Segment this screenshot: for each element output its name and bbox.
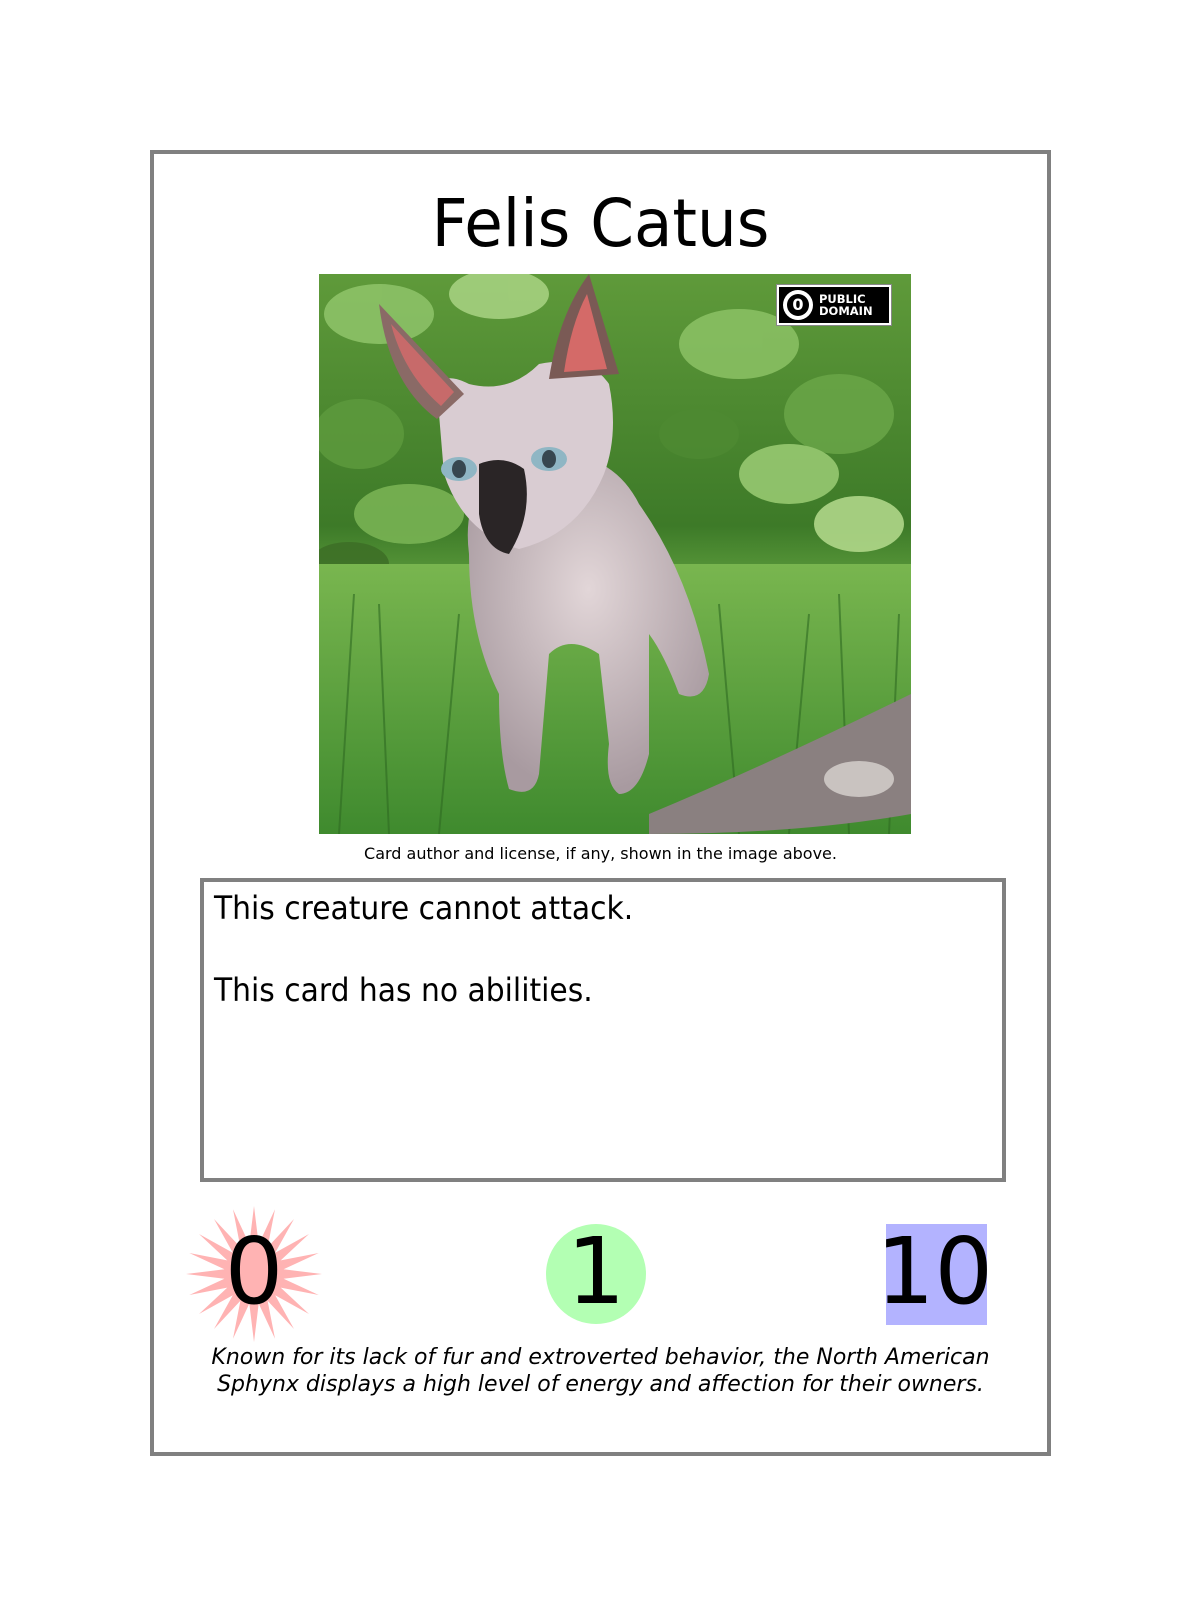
attack-value: 0 [224,1218,284,1325]
cost-value: 1 [566,1218,626,1325]
cost-stat: 1 [546,1204,648,1344]
rules-line: This creature cannot attack. [214,889,634,927]
rules-line: This card has no abilities. [214,971,593,1009]
cc-zero-icon: 0 [783,290,813,320]
license-text: PUBLIC DOMAIN [819,292,873,318]
game-card[interactable]: Felis Catus 0 PUBLIC DOMAIN Card author … [150,150,1051,1456]
card-art: 0 PUBLIC DOMAIN [319,274,911,834]
card-caption: Card author and license, if any, shown i… [364,844,837,863]
card-title: Felis Catus [431,185,770,262]
public-domain-badge: 0 PUBLIC DOMAIN [776,284,892,326]
health-value: 10 [876,1218,994,1325]
attack-stat: 0 [184,1204,324,1344]
rules-text-box: This creature cannot attack. This card h… [200,878,1006,1182]
cat-photo-illustration [319,274,911,834]
flavor-text: Known for its lack of fur and extroverte… [211,1345,990,1397]
health-stat: 10 [876,1204,1002,1344]
